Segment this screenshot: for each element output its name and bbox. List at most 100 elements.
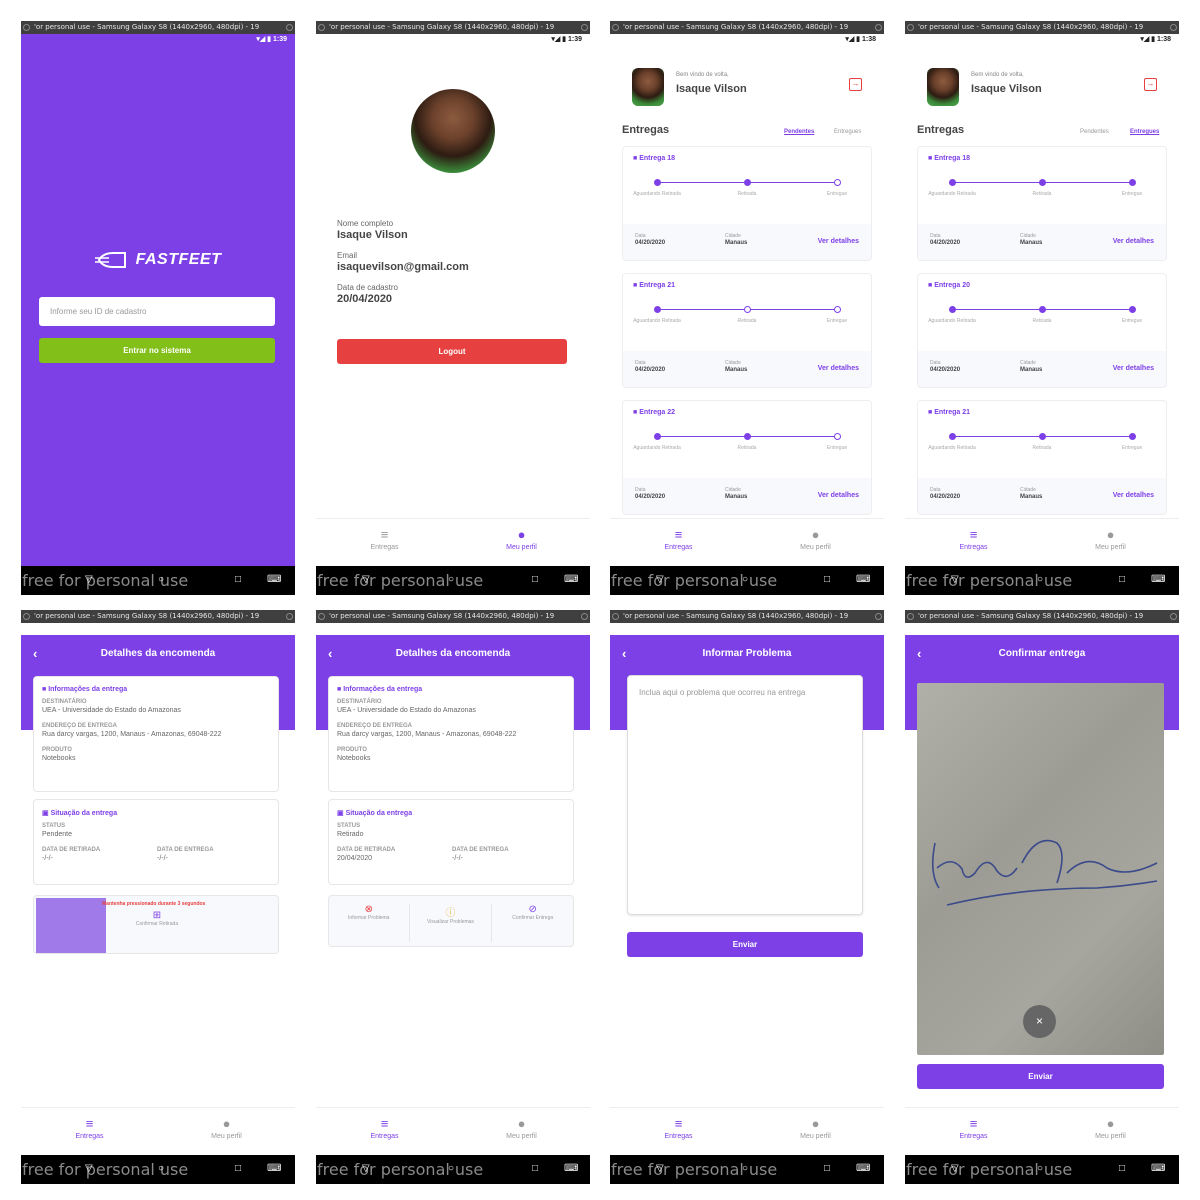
name-value: Isaque Vilson [337,229,408,241]
back-nav-icon[interactable]: ▽ [656,575,664,585]
back-nav-icon[interactable]: ▽ [362,1164,370,1174]
details-link[interactable]: Ver detalhes [818,238,859,245]
send-button[interactable]: Enviar [627,932,863,957]
actions-card: ⊗ Informar Problema ⓘ Visualizar Problem… [328,895,574,947]
status-label: STATUS [337,823,361,829]
withdraw-value: -/-/- [42,855,53,862]
tab-deliveries[interactable]: ≡ Entregas [21,1116,158,1140]
home-nav-icon[interactable]: ○ [448,1164,454,1174]
home-nav-icon[interactable]: ○ [1037,575,1043,585]
filter-delivered[interactable]: Entregues [834,129,861,135]
status-bar: ◆ ▾◢ ▮ 11:39 [905,623,1179,635]
view-problems-label: Visualizar Problemas [427,919,474,925]
city-label: Cidade [1020,360,1036,366]
home-nav-icon[interactable]: ○ [1037,1164,1043,1174]
progress-step [744,433,751,440]
tab-deliveries[interactable]: ≡ Entregas [905,527,1042,551]
progress-step [1129,306,1136,313]
back-nav-icon[interactable]: ▽ [85,575,93,585]
logout-icon[interactable]: → [1144,78,1157,91]
delivery-title: ■ Entrega 22 [633,409,675,416]
progress-step [654,179,661,186]
tab-deliveries[interactable]: ≡ Entregas [610,1116,747,1140]
home-nav-icon[interactable]: ○ [158,575,164,585]
tab-profile[interactable]: ● Meu perfil [453,1116,590,1140]
confirm-delivery-button[interactable]: ⊘ Confirmar Entrega [492,904,573,942]
bottom-tabbar: ≡ Entregas ● Meu perfil [610,518,884,564]
id-input[interactable]: Informe seu ID de cadastro [39,297,275,326]
keyboard-nav-icon[interactable]: ⌨ [1151,1164,1165,1174]
recents-nav-icon[interactable]: □ [235,575,241,585]
recents-nav-icon[interactable]: □ [532,575,538,585]
tab-profile[interactable]: ● Meu perfil [158,1116,295,1140]
close-camera-button[interactable]: × [1023,1005,1056,1038]
home-nav-icon[interactable]: ○ [742,1164,748,1174]
home-nav-icon[interactable]: ○ [742,575,748,585]
window-title: 'or personal use - Samsung Galaxy S8 (14… [623,612,849,620]
view-problems-button[interactable]: ⓘ Visualizar Problemas [410,904,493,942]
back-nav-icon[interactable]: ▽ [951,575,959,585]
login-button[interactable]: Entrar no sistema [39,338,275,363]
filter-delivered[interactable]: Entregues [1130,129,1159,135]
details-link[interactable]: Ver detalhes [818,365,859,372]
details-link[interactable]: Ver detalhes [818,492,859,499]
tab-profile[interactable]: ● Meu perfil [1042,527,1179,551]
keyboard-nav-icon[interactable]: ⌨ [267,575,281,585]
keyboard-nav-icon[interactable]: ⌨ [564,575,578,585]
progress-step [834,179,841,186]
tab-deliveries[interactable]: ≡ Entregas [316,527,453,551]
logout-button[interactable]: Logout [337,339,567,364]
tab-deliveries[interactable]: ≡ Entregas [316,1116,453,1140]
info-card: ■ Informações da entrega DESTINATÁRIO UE… [328,676,574,792]
tab-profile[interactable]: ● Meu perfil [1042,1116,1179,1140]
recents-nav-icon[interactable]: □ [532,1164,538,1174]
tab-deliveries[interactable]: ≡ Entregas [905,1116,1042,1140]
recents-nav-icon[interactable]: □ [235,1164,241,1174]
section-title: Entregas [622,124,670,136]
back-nav-icon[interactable]: ▽ [362,575,370,585]
info-title-text: Informações da entrega [48,686,128,693]
shield-icon: ◆ [913,625,919,632]
tab-deliveries[interactable]: ≡ Entregas [610,527,747,551]
list-icon: ≡ [380,527,389,542]
back-nav-icon[interactable]: ▽ [85,1164,93,1174]
progress-step-label: Entregue [1121,318,1143,324]
status-card: ▣ Situação da entrega STATUS Retirado DA… [328,799,574,885]
details-link[interactable]: Ver detalhes [1113,238,1154,245]
details-link[interactable]: Ver detalhes [1113,365,1154,372]
keyboard-nav-icon[interactable]: ⌨ [856,575,870,585]
profile-screen: 'or personal use - Samsung Galaxy S8 (14… [316,21,590,595]
back-nav-icon[interactable]: ▽ [656,1164,664,1174]
filter-pending[interactable]: Pendentes [1080,129,1109,135]
home-nav-icon[interactable]: ○ [158,1164,164,1174]
problem-textarea[interactable]: Inclua aqui o problema que ocorreu na en… [627,675,863,915]
back-nav-icon[interactable]: ▽ [951,1164,959,1174]
home-nav-icon[interactable]: ○ [448,575,454,585]
delivery-footer: Data 04/20/2020 Cidade Manaus Ver detalhes [918,224,1166,260]
tab-profile[interactable]: ● Meu perfil [747,1116,884,1140]
keyboard-nav-icon[interactable]: ⌨ [856,1164,870,1174]
keyboard-nav-icon[interactable]: ⌨ [564,1164,578,1174]
send-label: Enviar [732,940,758,949]
report-problem-button[interactable]: ⊗ Informar Problema [329,904,410,942]
keyboard-nav-icon[interactable]: ⌨ [1151,575,1165,585]
recents-nav-icon[interactable]: □ [1119,575,1125,585]
calendar-icon: ▣ [42,810,51,817]
tab-profile[interactable]: ● Meu perfil [747,527,884,551]
keyboard-nav-icon[interactable]: ⌨ [267,1164,281,1174]
tab-profile[interactable]: ● Meu perfil [453,527,590,551]
date-label: Data [635,487,646,493]
recents-nav-icon[interactable]: □ [824,1164,830,1174]
recents-nav-icon[interactable]: □ [824,575,830,585]
delivery-title: ■ Entrega 18 [633,155,675,162]
confirm-withdraw-button[interactable]: ⊞ Confirmar Retirada [132,910,182,927]
logout-icon[interactable]: → [849,78,862,91]
filter-pending[interactable]: Pendentes [784,129,814,135]
send-label: Enviar [1028,1072,1053,1081]
clock: 11:39 [1153,625,1171,632]
details-link[interactable]: Ver detalhes [1113,492,1154,499]
send-button[interactable]: Enviar [917,1064,1164,1089]
recents-nav-icon[interactable]: □ [1119,1164,1125,1174]
user-circle-icon: ● [517,1116,526,1131]
status-label: STATUS [42,823,66,829]
